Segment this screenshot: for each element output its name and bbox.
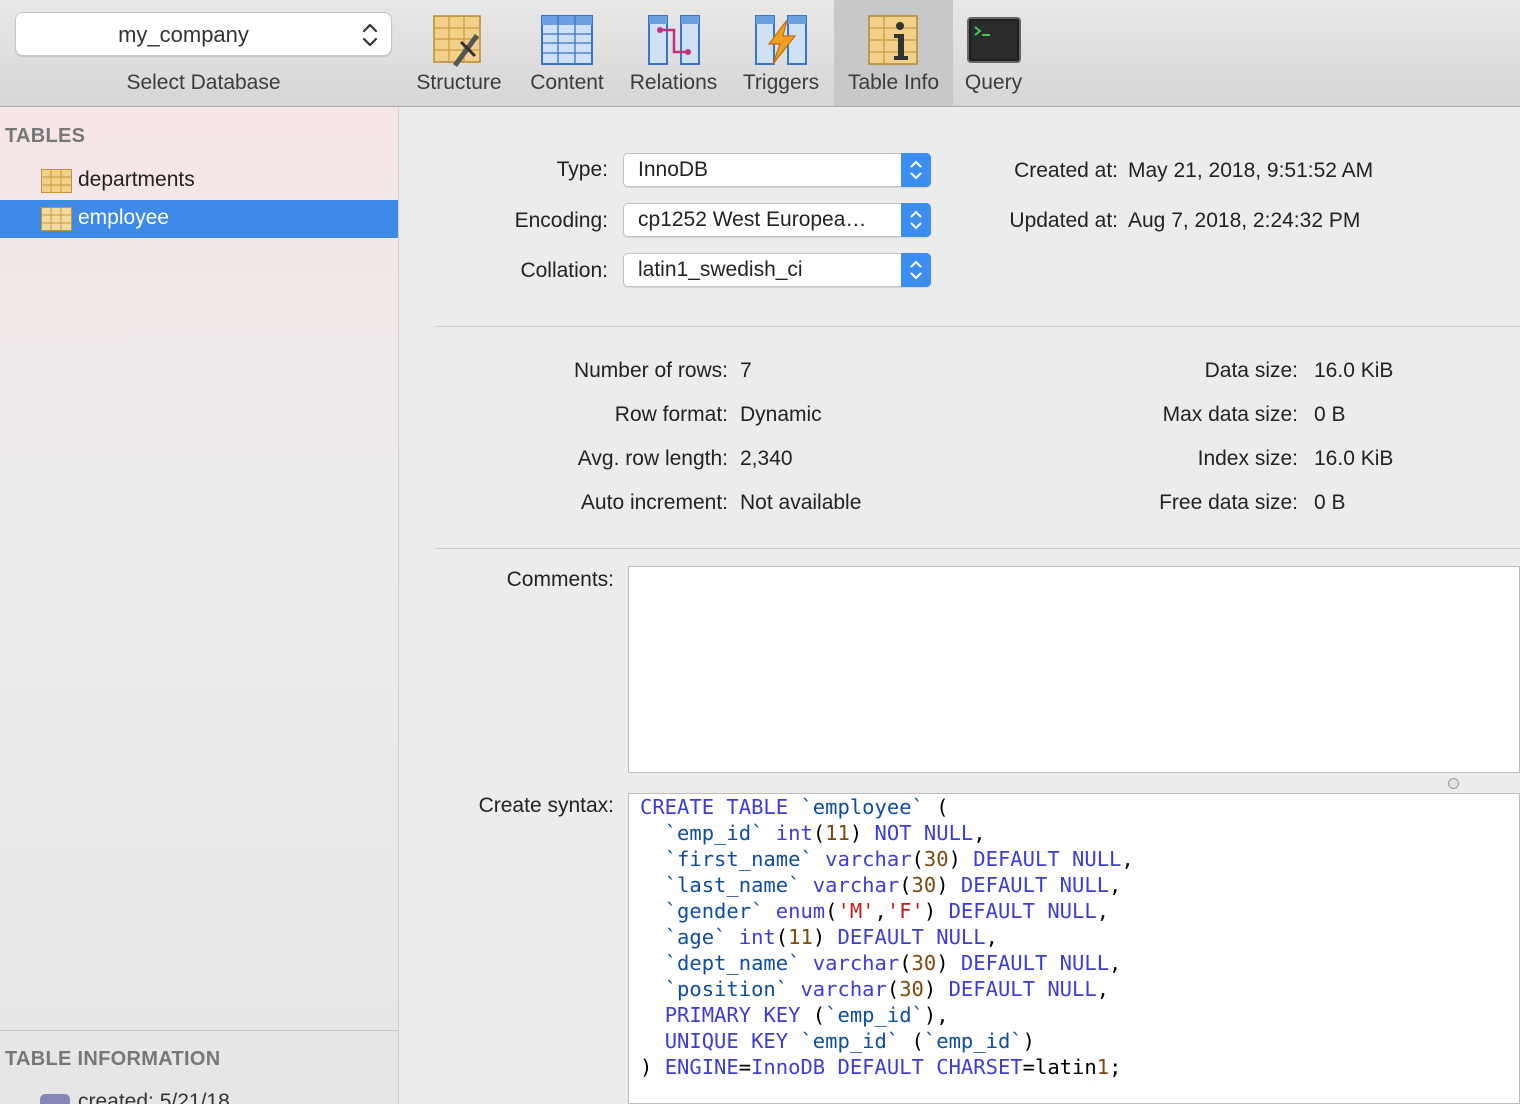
type-value: InnoDB — [638, 158, 709, 181]
syntax-line: `dept_name` varchar(30) DEFAULT NULL, — [664, 951, 1122, 975]
updated-at-value: Aug 7, 2018, 2:24:32 PM — [1128, 209, 1361, 232]
encoding-value: cp1252 West Europea… — [638, 208, 867, 231]
structure-icon — [433, 15, 481, 67]
type-select[interactable]: InnoDB — [623, 153, 931, 187]
tables-section-title: TABLES — [5, 125, 86, 147]
number-of-rows-label: Number of rows: — [573, 359, 728, 382]
table-info-panel: Type: InnoDB Encoding: cp1252 West Europ… — [400, 108, 1520, 1104]
create-syntax-label: Create syntax: — [478, 794, 614, 817]
row-format-label: Row format: — [614, 403, 728, 426]
avg-row-length-label: Avg. row length: — [577, 447, 728, 470]
table-info-icon — [867, 15, 918, 65]
sidebar-item-label: departments — [78, 168, 195, 191]
create-syntax-code: CREATE TABLE `employee` ( `emp_id` int(1… — [640, 794, 1134, 1080]
max-data-size-label: Max data size: — [1162, 403, 1298, 426]
structure-tab-button[interactable]: Structure — [405, 0, 513, 106]
syntax-line: `position` varchar(30) DEFAULT NULL, — [664, 977, 1110, 1001]
created-at-label: Created at: — [1014, 159, 1118, 182]
collation-label: Collation: — [520, 259, 608, 282]
data-size-value: 16.0 KiB — [1314, 359, 1394, 382]
syntax-line: CREATE TABLE `employee` ( — [640, 795, 949, 819]
encoding-label: Encoding: — [514, 209, 608, 232]
section-divider — [435, 548, 1520, 549]
toolbar: my_company Select Database Structure Con… — [0, 0, 1520, 107]
chevron-up-down-icon — [901, 203, 931, 237]
comments-textarea[interactable] — [628, 566, 1520, 773]
query-tab-button[interactable]: Query — [957, 0, 1030, 106]
chevron-up-down-icon — [901, 253, 931, 287]
triggers-icon — [755, 15, 807, 65]
create-syntax-textarea[interactable]: CREATE TABLE `employee` ( `emp_id` int(1… — [628, 793, 1520, 1104]
relations-tab-button[interactable]: Relations — [622, 0, 725, 106]
index-size-value: 16.0 KiB — [1314, 447, 1394, 470]
syntax-line: `emp_id` int(11) NOT NULL, — [664, 821, 986, 845]
table-information-text: created: 5/21/18 — [78, 1090, 230, 1104]
content-tab-button[interactable]: Content — [518, 0, 616, 106]
sidebar: TABLES departments employee TABLE INFORM… — [0, 108, 399, 1104]
created-at-value: May 21, 2018, 9:51:52 AM — [1128, 159, 1374, 182]
table-icon — [41, 169, 72, 193]
relations-icon — [647, 15, 700, 65]
query-icon — [966, 17, 1021, 63]
query-label: Query — [964, 71, 1023, 94]
split-resize-handle[interactable] — [1448, 778, 1459, 789]
triggers-label: Triggers — [742, 71, 820, 94]
syntax-line: `age` int(11) DEFAULT NULL, — [664, 925, 998, 949]
sidebar-item-employee[interactable]: employee — [0, 200, 398, 238]
auto-increment-label: Auto increment: — [580, 491, 728, 514]
avg-row-length-value: 2,340 — [740, 447, 793, 470]
collation-value: latin1_swedish_ci — [638, 258, 803, 281]
row-format-value: Dynamic — [740, 403, 822, 426]
free-data-size-label: Free data size: — [1159, 491, 1298, 514]
database-select-value: my_company — [118, 22, 249, 47]
chevron-up-down-icon — [362, 23, 378, 47]
table-info-label: Table Info — [847, 71, 940, 94]
updated-at-label: Updated at: — [1009, 209, 1118, 232]
syntax-line: UNIQUE KEY `emp_id` (`emp_id`) — [664, 1029, 1035, 1053]
info-badge-icon — [40, 1094, 70, 1104]
table-information-section-title: TABLE INFORMATION — [5, 1048, 221, 1070]
syntax-line: `gender` enum('M','F') DEFAULT NULL, — [664, 899, 1110, 923]
sidebar-item-label: employee — [78, 206, 170, 229]
syntax-line: ) ENGINE=InnoDB DEFAULT CHARSET=latin1; — [640, 1055, 1122, 1079]
max-data-size-value: 0 B — [1314, 403, 1346, 426]
content-label: Content — [530, 71, 604, 94]
sidebar-divider — [0, 1030, 398, 1031]
select-database-label: Select Database — [126, 71, 281, 94]
auto-increment-value: Not available — [740, 491, 862, 514]
database-select[interactable]: my_company — [15, 12, 392, 56]
syntax-line: `first_name` varchar(30) DEFAULT NULL, — [664, 847, 1134, 871]
data-size-label: Data size: — [1204, 359, 1298, 382]
syntax-line: `last_name` varchar(30) DEFAULT NULL, — [664, 873, 1122, 897]
collation-select[interactable]: latin1_swedish_ci — [623, 253, 931, 287]
free-data-size-value: 0 B — [1314, 491, 1346, 514]
structure-label: Structure — [416, 71, 502, 94]
encoding-select[interactable]: cp1252 West Europea… — [623, 203, 931, 237]
table-info-tab-button[interactable]: Table Info — [834, 0, 953, 106]
section-divider — [435, 326, 1520, 327]
table-icon — [41, 207, 72, 231]
type-label: Type: — [556, 158, 608, 181]
triggers-tab-button[interactable]: Triggers — [732, 0, 830, 106]
syntax-line: PRIMARY KEY (`emp_id`), — [664, 1003, 949, 1027]
comments-label: Comments: — [506, 568, 614, 591]
sidebar-item-departments[interactable]: departments — [0, 162, 398, 200]
number-of-rows-value: 7 — [740, 359, 752, 382]
index-size-label: Index size: — [1197, 447, 1298, 470]
relations-label: Relations — [629, 71, 718, 94]
chevron-up-down-icon — [901, 153, 931, 187]
content-icon — [541, 15, 593, 65]
